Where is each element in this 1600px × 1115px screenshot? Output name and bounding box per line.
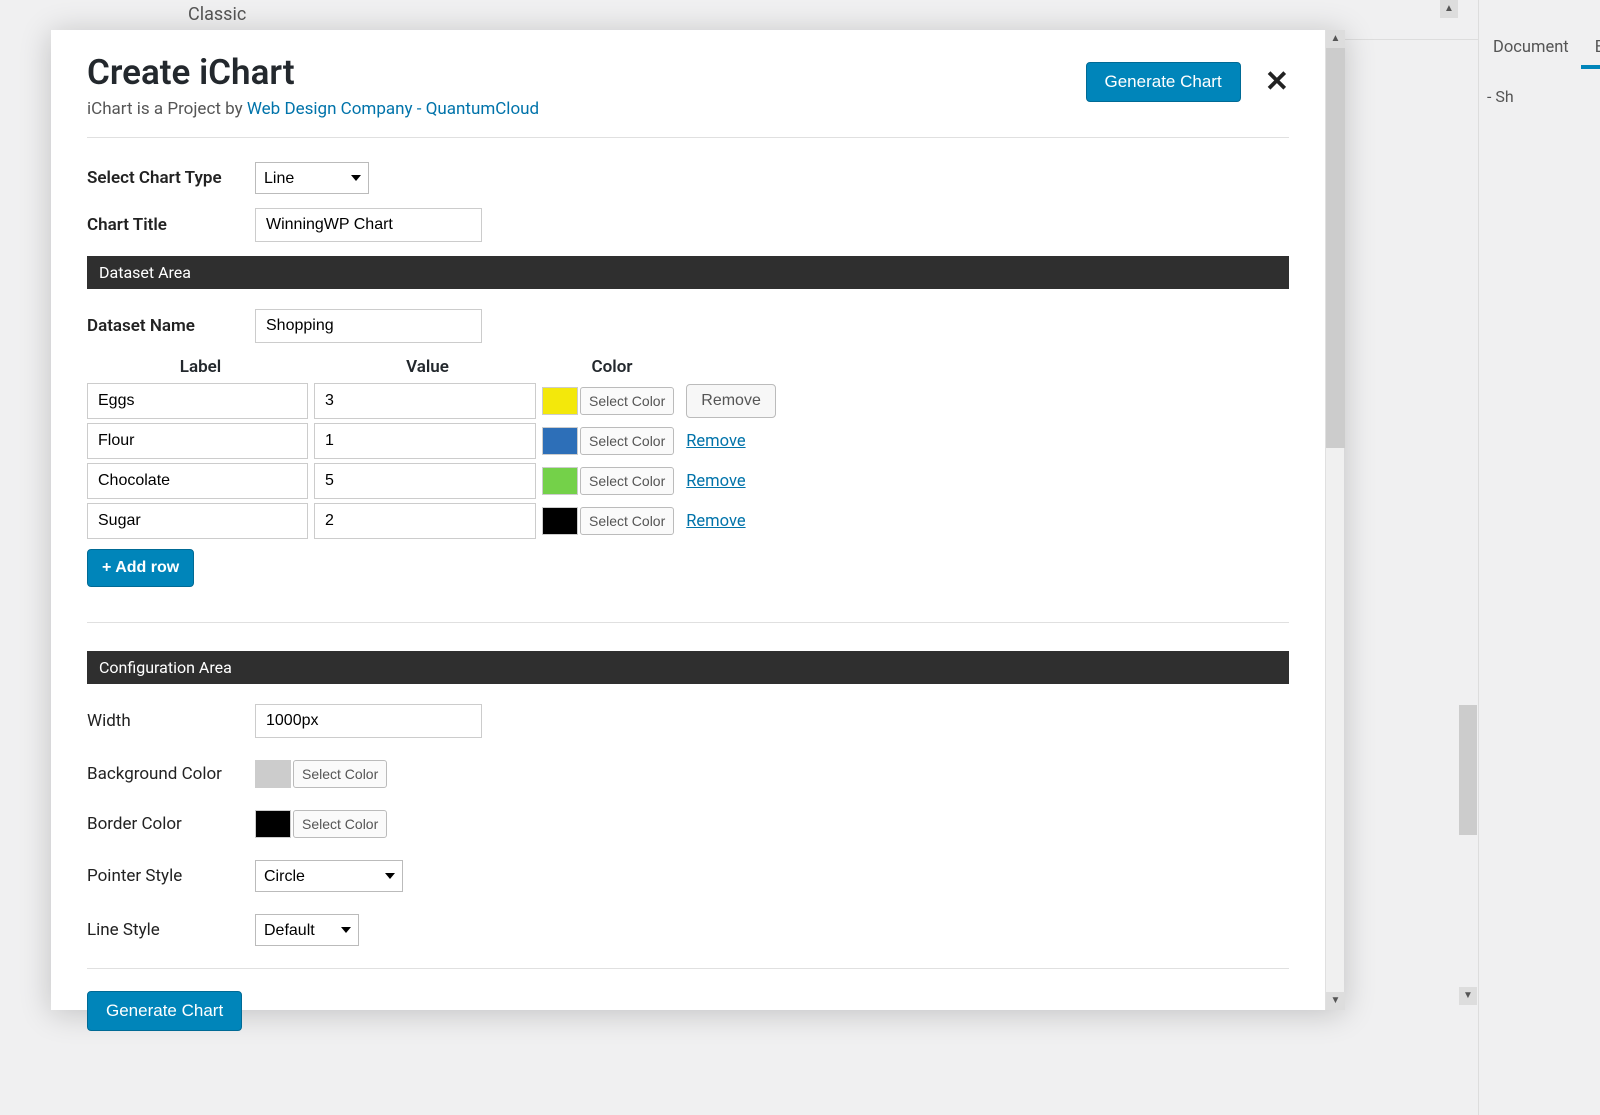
page-title: Create iChart [87,52,1086,93]
pointer-style-label: Pointer Style [87,866,255,886]
dataset-name-input[interactable] [255,309,482,343]
bg-color-label: Background Color [87,764,255,784]
modal-content: Create iChart iChart is a Project by Web… [51,30,1325,1061]
subtitle-link[interactable]: Web Design Company - QuantumCloud [247,99,539,119]
label-input[interactable] [87,423,308,459]
line-style-select[interactable]: Default [255,914,359,946]
value-input[interactable] [314,383,536,419]
line-style-label: Line Style [87,920,255,940]
width-label: Width [87,711,255,731]
value-input[interactable] [314,503,536,539]
dataset-name-row: Dataset Name [87,309,1289,343]
remove-link[interactable]: Remove [686,512,745,531]
color-picker: Select Color [542,427,674,455]
sidebar-tab-document[interactable]: Document [1479,30,1581,69]
table-row: Select Color Remove [87,383,1289,419]
sidebar-right: Document Blo - Sh [1478,0,1600,1115]
dataset-table: Label Value Color Select ColorRemoveSele… [87,357,1289,539]
bg-scrollbar: ▼ [1459,705,1477,1005]
bg-scroll-up-icon[interactable]: ▲ [1440,0,1458,18]
chart-type-label: Select Chart Type [87,168,255,188]
close-icon[interactable]: ✕ [1265,68,1289,97]
border-color-picker: Select Color [255,810,387,838]
select-color-button[interactable]: Select Color [580,427,674,455]
page-subtitle: iChart is a Project by Web Design Compan… [87,99,1086,119]
sidebar-tab-block[interactable]: Blo [1581,30,1600,69]
label-input[interactable] [87,383,308,419]
chart-title-label: Chart Title [87,215,255,235]
width-input[interactable] [255,704,482,738]
color-swatch[interactable] [542,507,578,535]
color-swatch[interactable] [542,467,578,495]
table-row: Select Color Remove [87,463,1289,499]
bg-color-row: Background Color Select Color [87,760,1289,788]
border-color-swatch[interactable] [255,810,291,838]
col-header-value: Value [314,357,541,377]
bg-scroll-down-icon[interactable]: ▼ [1459,987,1477,1005]
generate-chart-button-bottom[interactable]: Generate Chart [87,991,242,1031]
chart-type-select[interactable]: Line [255,162,369,194]
select-color-button[interactable]: Select Color [580,467,674,495]
subtitle-prefix: iChart is a Project by [87,99,247,119]
label-input[interactable] [87,503,308,539]
select-color-button[interactable]: Select Color [580,387,674,415]
color-picker: Select Color [542,467,674,495]
table-row: Select Color Remove [87,423,1289,459]
sidebar-shortcut-text: - Sh [1479,69,1600,106]
remove-button[interactable]: Remove [686,384,776,418]
scrollbar-up-icon[interactable]: ▲ [1326,30,1345,48]
bg-scrollbar-thumb[interactable] [1459,705,1477,835]
pointer-style-row: Pointer Style Circle [87,860,1289,892]
chart-title-input[interactable] [255,208,482,242]
table-header: Label Value Color [87,357,1289,377]
modal-header: Create iChart iChart is a Project by Web… [87,52,1289,138]
line-style-row: Line Style Default [87,914,1289,946]
value-input[interactable] [314,463,536,499]
dataset-area-header: Dataset Area [87,256,1289,289]
remove-link[interactable]: Remove [686,472,745,491]
col-header-label: Label [87,357,314,377]
scrollbar-thumb[interactable] [1326,48,1345,448]
label-input[interactable] [87,463,308,499]
color-picker: Select Color [542,387,674,415]
generate-chart-button-top[interactable]: Generate Chart [1086,62,1241,102]
dataset-name-label: Dataset Name [87,316,255,336]
bg-select-color-button[interactable]: Select Color [293,760,387,788]
configuration-area-header: Configuration Area [87,651,1289,684]
color-swatch[interactable] [542,427,578,455]
value-input[interactable] [314,423,536,459]
modal-scrollbar: ▲ ▼ [1325,30,1344,1010]
border-color-label: Border Color [87,814,255,834]
color-swatch[interactable] [542,387,578,415]
border-color-row: Border Color Select Color [87,810,1289,838]
width-row: Width [87,704,1289,738]
add-row-button[interactable]: + Add row [87,549,194,587]
chart-title-row: Chart Title [87,208,1289,242]
pointer-style-select[interactable]: Circle [255,860,403,892]
bg-color-picker: Select Color [255,760,387,788]
select-color-button[interactable]: Select Color [580,507,674,535]
modal-dialog: ▲ ▼ Create iChart iChart is a Project by… [51,30,1344,1010]
config-section: Width Background Color Select Color Bord… [87,704,1289,946]
table-row: Select Color Remove [87,503,1289,539]
color-picker: Select Color [542,507,674,535]
footer-separator: Generate Chart [87,968,1289,1031]
bg-color-swatch[interactable] [255,760,291,788]
border-select-color-button[interactable]: Select Color [293,810,387,838]
scrollbar-down-icon[interactable]: ▼ [1326,992,1345,1010]
remove-link[interactable]: Remove [686,432,745,451]
chart-type-row: Select Chart Type Line [87,162,1289,194]
col-header-color: Color [541,357,683,377]
